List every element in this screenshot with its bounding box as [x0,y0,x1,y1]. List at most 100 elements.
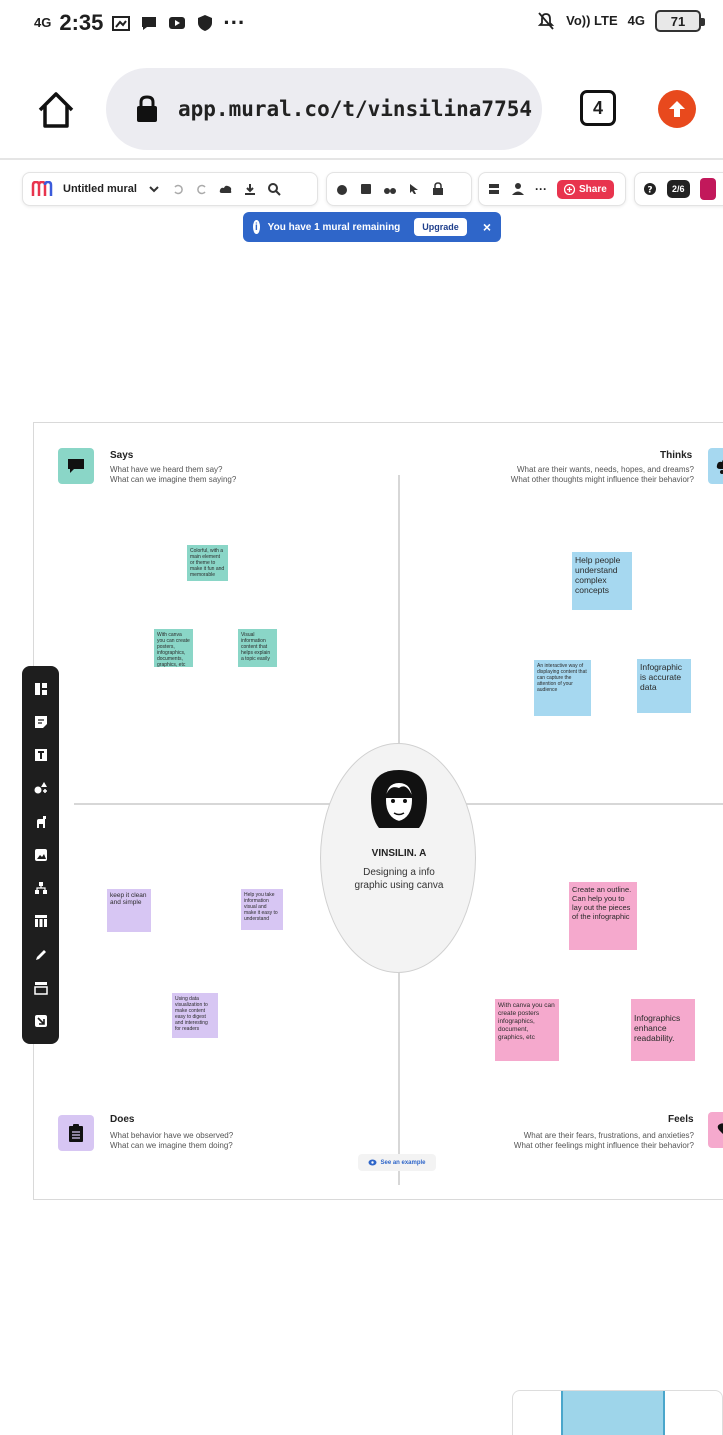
shapes-icon[interactable] [34,781,48,795]
table-icon[interactable] [34,914,48,928]
onboarding-progress[interactable]: 2/6 [667,180,690,198]
templates-icon[interactable] [34,682,48,696]
left-toolbar [22,666,59,1044]
home-icon[interactable] [34,88,78,132]
close-icon[interactable]: × [483,219,491,235]
thinks-title: Thinks [660,450,693,461]
search-icon[interactable] [267,182,281,196]
icons-llama-icon[interactable] [34,815,48,829]
update-arrow-icon[interactable] [658,90,696,128]
image-icon[interactable] [34,848,48,862]
sticky-note-feels-3[interactable]: Infographics enhance readability. [631,999,695,1061]
info-icon: i [253,220,260,234]
battery-indicator: 71 [655,10,705,32]
upload-icon[interactable] [34,1014,48,1028]
persona-card[interactable]: VINSILIN. A Designing a info graphic usi… [320,743,476,973]
lock-toolbar-icon[interactable] [431,182,445,196]
layout-icon[interactable] [487,182,501,196]
clock: 2:35 [59,10,104,35]
share-button[interactable]: Share [557,179,614,199]
volte-indicator: Vo)) LTE [566,13,618,28]
sticky-note-thinks-2[interactable]: An interactive way of displaying content… [534,660,591,716]
shield-icon [198,15,213,31]
sticky-note-says-1[interactable]: Colorful, with a main element or theme t… [187,545,228,581]
more-options-icon[interactable]: ··· [535,182,547,196]
chevron-down-icon[interactable] [147,182,161,196]
toolbar-help-group: ? 2/6 [634,172,723,206]
sticky-note-icon[interactable] [34,715,48,729]
sticky-note-says-2[interactable]: With canva you can create posters, infog… [154,629,193,667]
voting-icon[interactable] [359,182,373,196]
see-example-button[interactable]: See an example [358,1154,436,1171]
sticky-note-feels-2[interactable]: With canva you can create posters infogr… [495,999,559,1061]
persona-avatar-icon [371,770,427,828]
speech-bubble-icon [68,459,84,473]
thinks-icon [708,448,723,484]
user-avatar[interactable] [699,178,716,200]
says-line-2: What can we imagine them saying? [110,475,237,484]
svg-text:?: ? [647,186,652,196]
heart-icon [717,1123,723,1134]
user-icon[interactable] [511,182,525,196]
tabs-button[interactable]: 4 [580,90,616,126]
sticky-note-does-2[interactable]: Help you take information visual and mak… [241,889,283,930]
thinks-line-1: What are their wants, needs, hopes, and … [517,465,694,474]
diagram-icon[interactable] [34,881,48,895]
sticky-note-feels-1[interactable]: Create an outline. Can help you to lay o… [569,882,637,950]
text-icon[interactable] [34,748,48,762]
share-label: Share [579,183,607,195]
sticky-note-says-3[interactable]: Visual information content that helps ex… [238,629,277,667]
empathy-map-board[interactable]: Says What have we heard them say? What c… [33,422,723,1200]
download-icon[interactable] [243,182,257,196]
status-bar: 4G 2:35 ··· Vo)) LTE 4G 71 [0,0,723,50]
sticky-note-does-3[interactable]: Using data visualization to make content… [172,993,218,1038]
status-right: Vo)) LTE 4G 71 [536,10,705,32]
browser-bar: app.mural.co/t/vinsilina7754/m 4 [0,60,723,160]
timer-icon[interactable] [335,182,349,196]
upgrade-banner: i You have 1 mural remaining Upgrade × [243,212,501,242]
feels-line-2: What other feelings might influence thei… [513,1141,694,1150]
mute-icon [537,12,555,30]
chat-bubble-icon [142,17,157,30]
undo-icon[interactable] [171,182,185,196]
sticky-note-thinks-1[interactable]: Help people understand complex concepts [572,552,632,610]
does-line-1: What behavior have we observed? [110,1131,234,1140]
pen-icon[interactable] [34,948,48,962]
cloud-icon [219,185,232,193]
more-notifications-icon: ··· [223,10,246,35]
sticky-note-thinks-3[interactable]: Infographic is accurate data [637,659,691,713]
add-user-icon [564,183,575,195]
persona-name: VINSILIN. A [371,848,427,859]
toolbar-file-group: Untitled mural [22,172,318,206]
feels-title: Feels [668,1114,694,1125]
binoculars-icon[interactable] [383,182,397,196]
says-title: Says [110,450,134,461]
thinks-line-2: What other thoughts might influence thei… [510,475,694,484]
does-icon [58,1115,94,1151]
url-bar[interactable]: app.mural.co/t/vinsilina7754/m [106,68,542,150]
bottom-panel[interactable] [512,1390,723,1435]
url-text: app.mural.co/t/vinsilina7754/m [178,97,533,121]
network-indicator-right: 4G [627,13,645,28]
status-left: 4G 2:35 ··· [34,10,245,36]
persona-description: Designing a info graphic using canva [354,867,444,891]
mural-canvas[interactable]: Says What have we heard them say? What c… [0,250,723,1435]
upgrade-button[interactable]: Upgrade [414,218,467,236]
bottom-panel-selected-item[interactable] [561,1391,665,1435]
mural-logo-icon[interactable] [31,181,53,197]
mural-toolbar: Untitled mural ··· Share ? 2/6 [0,170,723,208]
cursor-icon[interactable] [407,182,421,196]
see-example-label: See an example [380,1159,426,1166]
help-icon[interactable]: ? [643,182,657,196]
network-indicator: 4G [34,15,52,30]
frame-icon[interactable] [33,981,48,995]
eye-icon [368,1159,377,1166]
does-line-2: What can we imagine them doing? [110,1141,233,1150]
sticky-note-does-1[interactable]: keep it clean and simple [107,889,151,932]
redo-icon[interactable] [195,182,209,196]
video-icon [169,17,186,29]
mural-title[interactable]: Untitled mural [63,183,137,195]
arrow-up-icon [669,101,685,117]
does-title: Does [110,1114,135,1125]
says-icon [58,448,94,484]
